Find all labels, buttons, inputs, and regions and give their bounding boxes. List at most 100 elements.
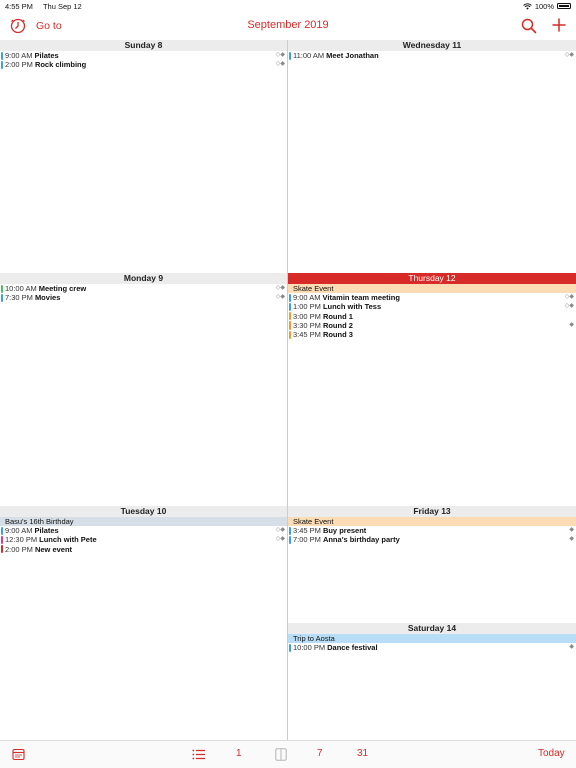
calendar-color-bar bbox=[289, 643, 291, 652]
event-title: Round 1 bbox=[322, 311, 353, 321]
event-row[interactable]: 12:30 PM Lunch with Pete ◇◆ bbox=[0, 535, 287, 544]
event-time: 2:00 PM bbox=[5, 544, 33, 554]
event-time: 1:00 PM bbox=[293, 302, 321, 312]
day-cell-sunday[interactable]: Sunday 8 9:00 AM Pilates ◇◆ 2:00 PM Rock clim… bbox=[0, 40, 287, 273]
day-header[interactable]: Saturday 14 bbox=[288, 623, 576, 634]
event-indicator-icon: ◇◆ bbox=[564, 294, 574, 300]
month-title[interactable]: September 2019 bbox=[0, 19, 576, 31]
week-view-tab[interactable]: 7 bbox=[317, 748, 323, 759]
event-row[interactable]: 2:00 PM New event bbox=[0, 545, 287, 554]
event-row[interactable]: 10:00 AM Meeting crew ◇◆ bbox=[0, 284, 287, 293]
status-date: Thu Sep 12 bbox=[42, 1, 82, 11]
event-time: 3:00 PM bbox=[293, 311, 321, 321]
event-row[interactable]: 2:00 PM Rock climbing ◇◆ bbox=[0, 60, 287, 69]
event-row[interactable]: 10:00 PM Dance festival ◆ bbox=[288, 643, 576, 652]
event-time: 9:00 AM bbox=[5, 51, 33, 60]
status-time: 4:55 PM bbox=[5, 1, 33, 11]
event-indicator-icon: ◆ bbox=[569, 536, 574, 543]
event-time: 11:00 AM bbox=[293, 51, 325, 60]
status-bar: 4:55 PM Thu Sep 12 100% bbox=[0, 0, 576, 12]
event-indicator-icon: ◇◆ bbox=[564, 52, 574, 58]
calendar-color-bar bbox=[289, 535, 291, 545]
calendar-color-bar bbox=[1, 51, 3, 60]
day-cell-tuesday[interactable]: Tuesday 10 Basu's 16th Birthday 9:00 AM Pil… bbox=[0, 506, 287, 740]
navigation-bar: Go to September 2019 bbox=[0, 12, 576, 40]
event-title: Pilates bbox=[34, 526, 59, 535]
event-indicator-icon: ◇◆ bbox=[275, 536, 285, 543]
event-title: Dance festival bbox=[327, 643, 378, 652]
calendar-color-bar bbox=[289, 293, 291, 302]
event-row[interactable]: 9:00 AM Pilates ◇◆ bbox=[0, 51, 287, 60]
event-row[interactable]: 9:00 AM Vitamin team meeting ◇◆ bbox=[288, 293, 576, 302]
day-header[interactable]: Friday 13 bbox=[288, 506, 576, 517]
event-row[interactable]: 7:30 PM Movies ◇◆ bbox=[0, 293, 287, 302]
all-day-event[interactable]: Skate Event bbox=[288, 284, 576, 293]
event-indicator-icon: ◇◆ bbox=[275, 285, 285, 291]
event-row[interactable]: 3:45 PM Round 3 bbox=[288, 330, 576, 339]
calendar-color-bar bbox=[1, 60, 3, 70]
event-title: Buy present bbox=[322, 526, 367, 535]
event-time: 10:00 PM bbox=[293, 643, 326, 652]
calendar-color-bar bbox=[1, 535, 3, 545]
calendar-color-bar bbox=[289, 330, 291, 339]
event-title: Round 2 bbox=[322, 320, 353, 330]
day-header[interactable]: Tuesday 10 bbox=[0, 506, 287, 517]
day-header[interactable]: Thursday 12 bbox=[288, 273, 576, 284]
today-button[interactable]: Today bbox=[538, 748, 565, 759]
day-header[interactable]: Sunday 8 bbox=[0, 40, 287, 51]
event-time: 9:00 AM bbox=[293, 293, 321, 302]
plus-icon[interactable] bbox=[550, 16, 568, 34]
day-cell-thursday[interactable]: Thursday 12 Skate Event 9:00 AM Vitamin tea… bbox=[288, 273, 576, 506]
all-day-event[interactable]: Trip to Aosta bbox=[288, 634, 576, 643]
list-icon[interactable] bbox=[192, 749, 206, 760]
day-view-tab[interactable]: 1 bbox=[236, 748, 242, 759]
day-header[interactable]: Monday 9 bbox=[0, 273, 287, 284]
event-row[interactable]: 11:00 AM Meet Jonathan ◇◆ bbox=[288, 51, 576, 60]
event-indicator-icon: ◇◆ bbox=[275, 294, 285, 301]
event-indicator-icon: ◇◆ bbox=[275, 61, 285, 68]
calendar-color-bar bbox=[289, 321, 291, 330]
split-view-icon[interactable] bbox=[275, 748, 287, 761]
event-title: Pilates bbox=[34, 51, 59, 60]
event-title: Round 3 bbox=[322, 330, 353, 340]
event-indicator-icon: ◇◆ bbox=[275, 527, 285, 533]
event-row[interactable]: 7:00 PM Anna's birthday party ◆ bbox=[288, 535, 576, 544]
event-time: 12:30 PM bbox=[5, 535, 38, 545]
calendar-color-bar bbox=[289, 302, 291, 312]
calendar-color-bar bbox=[1, 293, 3, 303]
all-day-event[interactable]: Skate Event bbox=[288, 517, 576, 526]
event-time: 3:45 PM bbox=[293, 526, 321, 535]
event-time: 7:00 PM bbox=[293, 535, 321, 545]
calendar-color-bar bbox=[1, 545, 3, 554]
event-title: Meet Jonathan bbox=[326, 51, 379, 60]
day-cell-wednesday[interactable]: Wednesday 11 11:00 AM Meet Jonathan ◇◆ bbox=[288, 40, 576, 273]
event-title: Lunch with Pete bbox=[39, 535, 97, 545]
event-indicator-icon: ◇◆ bbox=[275, 52, 285, 58]
event-row[interactable]: 1:00 PM Lunch with Tess ◇◆ bbox=[288, 302, 576, 311]
event-row[interactable]: 3:30 PM Round 2 ◆ bbox=[288, 321, 576, 330]
event-title: Movies bbox=[34, 293, 61, 303]
event-time: 9:00 AM bbox=[5, 526, 33, 535]
event-title: Lunch with Tess bbox=[322, 302, 382, 312]
event-time: 3:45 PM bbox=[293, 330, 321, 340]
bottom-toolbar: 1 7 31 Today bbox=[0, 740, 576, 768]
event-time: 2:00 PM bbox=[5, 60, 33, 70]
event-row[interactable]: 3:00 PM Round 1 bbox=[288, 312, 576, 321]
day-cell-saturday[interactable]: Saturday 14 Trip to Aosta 10:00 PM Dance fe… bbox=[288, 623, 576, 740]
event-indicator-icon: ◆ bbox=[569, 527, 574, 533]
search-icon[interactable] bbox=[520, 17, 538, 35]
calendars-icon[interactable] bbox=[12, 748, 25, 761]
day-cell-monday[interactable]: Monday 9 10:00 AM Meeting crew ◇◆ 7:30 PM Mov… bbox=[0, 273, 287, 506]
calendar-color-bar bbox=[289, 526, 291, 535]
event-time: 3:30 PM bbox=[293, 320, 321, 330]
calendar-color-bar bbox=[1, 284, 3, 293]
day-header[interactable]: Wednesday 11 bbox=[288, 40, 576, 51]
event-row[interactable]: 9:00 AM Pilates ◇◆ bbox=[0, 526, 287, 535]
event-indicator-icon: ◆ bbox=[569, 321, 574, 328]
event-row[interactable]: 3:45 PM Buy present ◆ bbox=[288, 526, 576, 535]
event-title: Rock climbing bbox=[34, 60, 87, 70]
month-view-tab[interactable]: 31 bbox=[357, 748, 368, 759]
event-indicator-icon: ◆ bbox=[569, 644, 574, 650]
day-cell-friday[interactable]: Friday 13 Skate Event 3:45 PM Buy present ◆ 7… bbox=[288, 506, 576, 623]
all-day-event[interactable]: Basu's 16th Birthday bbox=[0, 517, 287, 526]
